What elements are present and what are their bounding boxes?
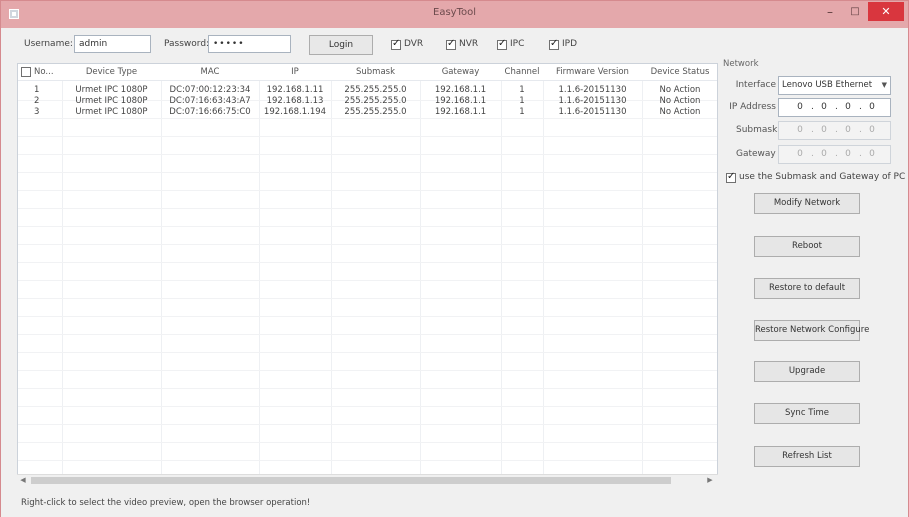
restore-network-button[interactable]: Restore Network Configure — [754, 320, 869, 341]
cell-channel: 1 — [519, 96, 525, 106]
username-input[interactable]: admin — [74, 35, 151, 53]
cell-ip: 192.168.1.194 — [263, 107, 327, 117]
cell-submask: 255.255.255.0 — [344, 107, 407, 117]
col-header-submask[interactable]: Submask — [331, 67, 420, 77]
cell-gateway: 192.168.1.1 — [434, 96, 487, 106]
cell-ip: 192.168.1.13 — [266, 96, 324, 106]
scroll-right-icon[interactable]: ▶ — [704, 475, 716, 486]
cell-firmware: 1.1.6-20151130 — [558, 85, 627, 95]
submask-label: Submask — [736, 125, 778, 135]
network-group-title: Network — [723, 59, 759, 69]
interface-value: Lenovo USB Ethernet — [782, 80, 873, 90]
scroll-thumb[interactable] — [31, 477, 671, 484]
sync-time-button[interactable]: Sync Time — [754, 403, 860, 424]
col-header-status[interactable]: Device Status — [642, 67, 717, 77]
cell-device-type: Urmet IPC 1080P — [75, 107, 148, 117]
cell-submask: 255.255.255.0 — [344, 85, 407, 95]
col-header-firmware[interactable]: Firmware Version — [543, 67, 642, 77]
cell-mac: DC:07:16:66:75:C0 — [169, 107, 251, 117]
gateway-octet: 0 — [821, 149, 827, 159]
restore-default-button[interactable]: Restore to default — [754, 278, 860, 299]
nvr-checkbox[interactable] — [446, 38, 456, 50]
gateway-octet: 0 — [869, 149, 875, 159]
gateway-octet: 0 — [797, 149, 803, 159]
nvr-label: NVR — [459, 39, 479, 49]
cell-gateway: 192.168.1.1 — [434, 107, 487, 117]
submask-input: 0 . 0 . 0 . 0 — [778, 121, 891, 140]
cell-channel: 1 — [519, 85, 525, 95]
cell-device-type: Urmet IPC 1080P — [75, 85, 148, 95]
maximize-button[interactable]: □ — [844, 1, 866, 23]
cell-device-type: Urmet IPC 1080P — [75, 96, 148, 106]
cell-channel: 1 — [519, 107, 525, 117]
modify-network-button[interactable]: Modify Network — [754, 193, 860, 214]
scroll-left-icon[interactable]: ◀ — [17, 475, 29, 486]
dvr-label: DVR — [404, 39, 424, 49]
cell-firmware: 1.1.6-20151130 — [558, 107, 627, 117]
gateway-input: 0 . 0 . 0 . 0 — [778, 145, 891, 164]
status-bar: Right-click to select the video preview,… — [1, 489, 908, 517]
ip-octet[interactable]: 0 — [841, 102, 855, 112]
col-header-ip[interactable]: IP — [259, 67, 331, 77]
ip-octet[interactable]: 0 — [793, 102, 807, 112]
submask-octet: 0 — [821, 125, 827, 135]
cell-no: 3 — [34, 107, 40, 117]
col-header-channel[interactable]: Channel — [501, 67, 543, 77]
submask-octet: 0 — [869, 125, 875, 135]
device-table: No... Device Type MAC IP Submask Gateway… — [17, 63, 718, 486]
chevron-down-icon: ▼ — [881, 81, 887, 89]
col-header-mac[interactable]: MAC — [161, 67, 259, 77]
use-pc-settings-checkbox[interactable] — [726, 171, 736, 183]
dvr-checkbox[interactable] — [391, 38, 401, 50]
cell-gateway: 192.168.1.1 — [434, 85, 487, 95]
easytool-window: EasyTool – □ ✕ Username: admin Password:… — [0, 0, 909, 517]
reboot-button[interactable]: Reboot — [754, 236, 860, 257]
ipc-checkbox[interactable] — [497, 38, 507, 50]
login-button[interactable]: Login — [309, 35, 373, 55]
submask-octet: 0 — [797, 125, 803, 135]
col-header-no[interactable]: No... — [34, 67, 54, 77]
col-header-gateway[interactable]: Gateway — [420, 67, 501, 77]
close-button[interactable]: ✕ — [868, 2, 904, 21]
interface-label: Interface — [735, 80, 776, 90]
ipc-label: IPC — [510, 39, 525, 49]
password-input[interactable]: ••••• — [208, 35, 291, 53]
ip-octet[interactable]: 0 — [817, 102, 831, 112]
ipd-label: IPD — [562, 39, 578, 49]
gateway-octet: 0 — [845, 149, 851, 159]
username-label: Username: — [24, 39, 73, 49]
use-pc-settings-label: use the Submask and Gateway of PC — [739, 172, 906, 182]
cell-status: No Action — [659, 96, 701, 106]
cell-mac: DC:07:00:12:23:34 — [169, 85, 251, 95]
cell-ip: 192.168.1.11 — [266, 85, 324, 95]
ip-octet[interactable]: 0 — [865, 102, 879, 112]
cell-no: 1 — [34, 85, 40, 95]
table-header: No... Device Type MAC IP Submask Gateway… — [18, 64, 717, 81]
window-title: EasyTool — [433, 7, 476, 18]
minimize-button[interactable]: – — [819, 1, 841, 23]
cell-no: 2 — [34, 96, 40, 106]
cell-submask: 255.255.255.0 — [344, 96, 407, 106]
cell-mac: DC:07:16:63:43:A7 — [169, 96, 251, 106]
select-all-checkbox[interactable] — [21, 67, 31, 77]
ipd-checkbox[interactable] — [549, 38, 559, 50]
title-bar: EasyTool – □ ✕ — [1, 1, 908, 28]
status-text: Right-click to select the video preview,… — [21, 498, 311, 508]
submask-octet: 0 — [845, 125, 851, 135]
col-header-device-type[interactable]: Device Type — [62, 67, 161, 77]
cell-firmware: 1.1.6-20151130 — [558, 96, 627, 106]
password-label: Password: — [164, 39, 210, 49]
interface-select[interactable]: Lenovo USB Ethernet ▼ — [778, 76, 891, 95]
upgrade-button[interactable]: Upgrade — [754, 361, 860, 382]
ip-address-input[interactable]: 0 . 0 . 0 . 0 — [778, 98, 891, 117]
refresh-list-button[interactable]: Refresh List — [754, 446, 860, 467]
ip-address-label: IP Address — [729, 102, 776, 112]
cell-status: No Action — [659, 107, 701, 117]
horizontal-scrollbar[interactable]: ◀ ▶ — [17, 474, 718, 486]
cell-status: No Action — [659, 85, 701, 95]
gateway-label: Gateway — [736, 149, 776, 159]
